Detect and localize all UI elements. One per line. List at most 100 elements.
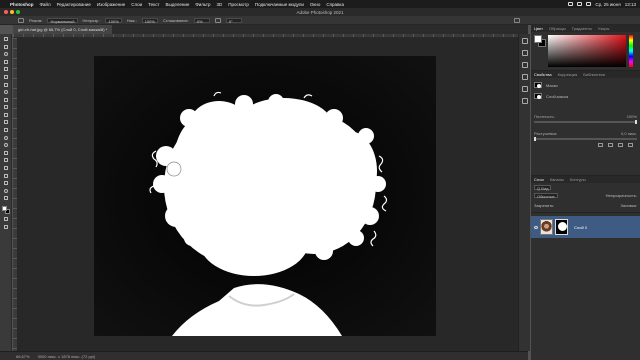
layer-thumbnail[interactable] — [540, 219, 553, 235]
search-icon[interactable] — [586, 2, 592, 6]
tab-gradients[interactable]: Градиенты — [572, 26, 592, 31]
menu-3d[interactable]: 3D — [217, 2, 223, 7]
brush-tool[interactable] — [3, 97, 9, 103]
battery-icon[interactable] — [568, 2, 574, 6]
foreground-color-swatch[interactable] — [1, 205, 7, 211]
options-right-icons — [514, 17, 520, 23]
close-window-icon[interactable] — [4, 10, 8, 14]
density-slider-handle[interactable] — [635, 120, 637, 124]
menu-image[interactable]: Изображение — [97, 2, 125, 7]
tab-patterns[interactable]: Узоры — [598, 26, 609, 31]
menubar-time[interactable]: 13:13 — [625, 2, 636, 7]
marquee-tool[interactable] — [3, 44, 9, 50]
more-tools[interactable] — [3, 195, 9, 201]
frame-tool[interactable] — [3, 74, 9, 80]
adjustments-panel-icon[interactable] — [521, 62, 528, 68]
apply-mask-icon[interactable] — [608, 143, 613, 147]
menu-file[interactable]: Файл — [40, 2, 51, 7]
minimize-window-icon[interactable] — [10, 10, 14, 14]
character-panel-icon[interactable] — [521, 86, 528, 92]
eraser-tool[interactable] — [3, 119, 9, 125]
menu-type[interactable]: Текст — [148, 2, 159, 7]
history-brush-tool[interactable] — [3, 112, 9, 118]
menu-filter[interactable]: Фильтр — [195, 2, 210, 7]
color-picker-field[interactable] — [548, 35, 626, 67]
gradient-tool[interactable] — [3, 127, 9, 133]
actions-panel-icon[interactable] — [521, 50, 528, 56]
dodge-tool[interactable] — [3, 142, 9, 148]
tab-layers[interactable]: Слои — [534, 177, 544, 182]
tab-channels[interactable]: Каналы — [550, 177, 564, 182]
crop-tool[interactable] — [3, 66, 9, 72]
density-slider[interactable] — [534, 120, 637, 124]
menu-view[interactable]: Просмотр — [228, 2, 249, 7]
tab-color[interactable]: Цвет — [534, 26, 543, 31]
quick-select-tool[interactable] — [3, 59, 9, 65]
eye-icon[interactable] — [534, 225, 538, 229]
app-menu[interactable]: Photoshop — [10, 2, 34, 7]
move-tool[interactable] — [3, 36, 9, 42]
feather-value[interactable]: 0,0 пикс. — [621, 131, 637, 136]
blend-mode-select[interactable]: Обычные — [534, 192, 558, 199]
color-panel-swatches[interactable] — [534, 35, 546, 47]
menu-plugins[interactable]: Подключаемые модули — [255, 2, 304, 7]
document-tab[interactable]: girl-cfr-hat.jpg @ 66,7% (Слой 0, Слой-м… — [13, 25, 113, 34]
select-icon[interactable] — [598, 143, 603, 147]
shape-tool[interactable] — [3, 172, 9, 178]
wifi-icon[interactable] — [577, 2, 583, 6]
layer-filter-select[interactable]: Q Вид — [534, 184, 552, 191]
canvas-layer-mask[interactable] — [94, 56, 436, 336]
pen-tool[interactable] — [3, 150, 9, 156]
path-select-tool[interactable] — [3, 165, 9, 171]
menu-window[interactable]: Окно — [310, 2, 320, 7]
tab-libraries[interactable]: Библиотеки — [583, 72, 605, 77]
menu-select[interactable]: Выделение — [166, 2, 190, 7]
lasso-tool[interactable] — [3, 51, 9, 57]
type-tool[interactable] — [3, 157, 9, 163]
mode-select[interactable]: Нормальный — [47, 17, 78, 24]
menubar-date[interactable]: Ср, 25 июня — [595, 2, 620, 7]
blur-tool[interactable] — [3, 135, 9, 141]
menu-edit[interactable]: Редактирование — [57, 2, 91, 7]
eyedropper-tool[interactable] — [3, 81, 9, 87]
flow-input[interactable]: 100% — [141, 17, 158, 24]
layer-row-selected[interactable]: Слой 0 — [531, 216, 640, 238]
clone-stamp-tool[interactable] — [3, 104, 9, 110]
menu-help[interactable]: Справка — [326, 2, 344, 7]
feather-slider-handle[interactable] — [534, 137, 536, 141]
tab-properties[interactable]: Свойства — [534, 72, 552, 77]
zoom-tool[interactable] — [3, 188, 9, 194]
quick-mask-button[interactable] — [3, 216, 9, 222]
density-value[interactable]: 100% — [627, 114, 637, 119]
symmetry-icon[interactable] — [514, 17, 520, 23]
tab-paths[interactable]: Контуры — [570, 177, 586, 182]
hand-tool[interactable] — [3, 180, 9, 186]
visibility-icon[interactable] — [618, 143, 623, 147]
brush-settings-icon[interactable] — [521, 98, 528, 104]
hue-slider[interactable] — [629, 35, 633, 67]
zoom-level[interactable]: 66,67% — [16, 354, 30, 359]
smoothing-input[interactable]: 0% — [193, 17, 210, 24]
history-panel-icon[interactable] — [521, 38, 528, 44]
color-swatches[interactable] — [1, 205, 11, 215]
angle-input[interactable]: 0° — [225, 17, 242, 24]
color-panel-fg[interactable] — [534, 35, 542, 43]
paragraph-panel-icon[interactable] — [521, 74, 528, 80]
layer-mask-thumbnail[interactable] — [555, 219, 568, 235]
healing-brush-tool[interactable] — [3, 89, 9, 95]
feather-slider[interactable] — [534, 137, 637, 141]
opacity-input[interactable]: 100% — [105, 17, 122, 24]
brush-preset-icon[interactable] — [18, 17, 24, 23]
delete-icon[interactable] — [628, 143, 633, 147]
tab-swatches[interactable]: Образцы — [549, 26, 566, 31]
document-workspace[interactable] — [17, 38, 528, 351]
maximize-window-icon[interactable] — [16, 10, 20, 14]
tab-adjustments[interactable]: Коррекция — [558, 72, 578, 77]
document-info[interactable]: 3000 пикс. x 1878 пикс. (72 ppi) — [38, 354, 96, 359]
layer-mask-row[interactable]: Слой-маска — [534, 92, 637, 100]
panel-icon-strip — [518, 34, 530, 351]
menu-layer[interactable]: Слои — [131, 2, 142, 7]
layer-name[interactable]: Слой 0 — [574, 225, 587, 230]
gear-icon[interactable] — [214, 17, 221, 23]
screen-mode-button[interactable] — [3, 224, 9, 230]
